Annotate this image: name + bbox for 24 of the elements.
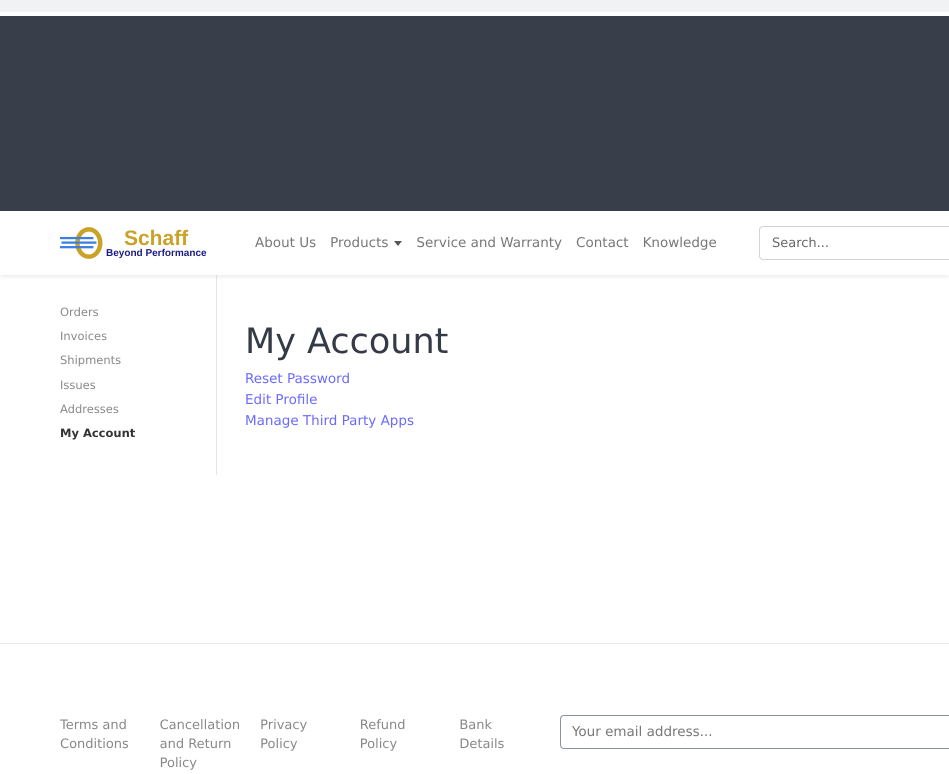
- account-link[interactable]: Reset Password: [245, 369, 350, 390]
- nav-link[interactable]: Knowledge: [636, 235, 724, 251]
- logo[interactable]: Schaff Beyond Performance: [60, 221, 230, 265]
- page-title: My Account: [245, 321, 448, 363]
- sidebar-item[interactable]: Addresses: [60, 402, 216, 426]
- footer-link[interactable]: Refund Policy: [360, 716, 440, 754]
- account-link[interactable]: Manage Third Party Apps: [245, 411, 414, 432]
- nav-link[interactable]: About Us: [248, 235, 324, 251]
- search-field[interactable]: Search...: [759, 226, 949, 260]
- email-field[interactable]: Your email address...: [560, 715, 949, 749]
- nav-link[interactable]: Service and Warranty: [409, 235, 570, 251]
- footer-link[interactable]: Bank Details: [459, 716, 539, 754]
- nav-link[interactable]: Contact: [569, 235, 636, 251]
- caret-icon: [394, 240, 402, 246]
- account-link[interactable]: Edit Profile: [245, 390, 318, 411]
- footer-link[interactable]: Terms and Conditions: [60, 716, 140, 754]
- sidebar-item[interactable]: Orders: [60, 305, 216, 330]
- nav-dropdown[interactable]: Products: [323, 235, 410, 251]
- footer-link[interactable]: Cancellation and Return Policy: [160, 716, 240, 773]
- sidebar-item[interactable]: Invoices: [60, 329, 216, 354]
- sidebar-item[interactable]: My Account: [60, 426, 216, 450]
- sidebar-item[interactable]: Issues: [60, 378, 216, 402]
- sidebar-item[interactable]: Shipments: [60, 353, 216, 378]
- footer-link[interactable]: Privacy Policy: [260, 716, 340, 754]
